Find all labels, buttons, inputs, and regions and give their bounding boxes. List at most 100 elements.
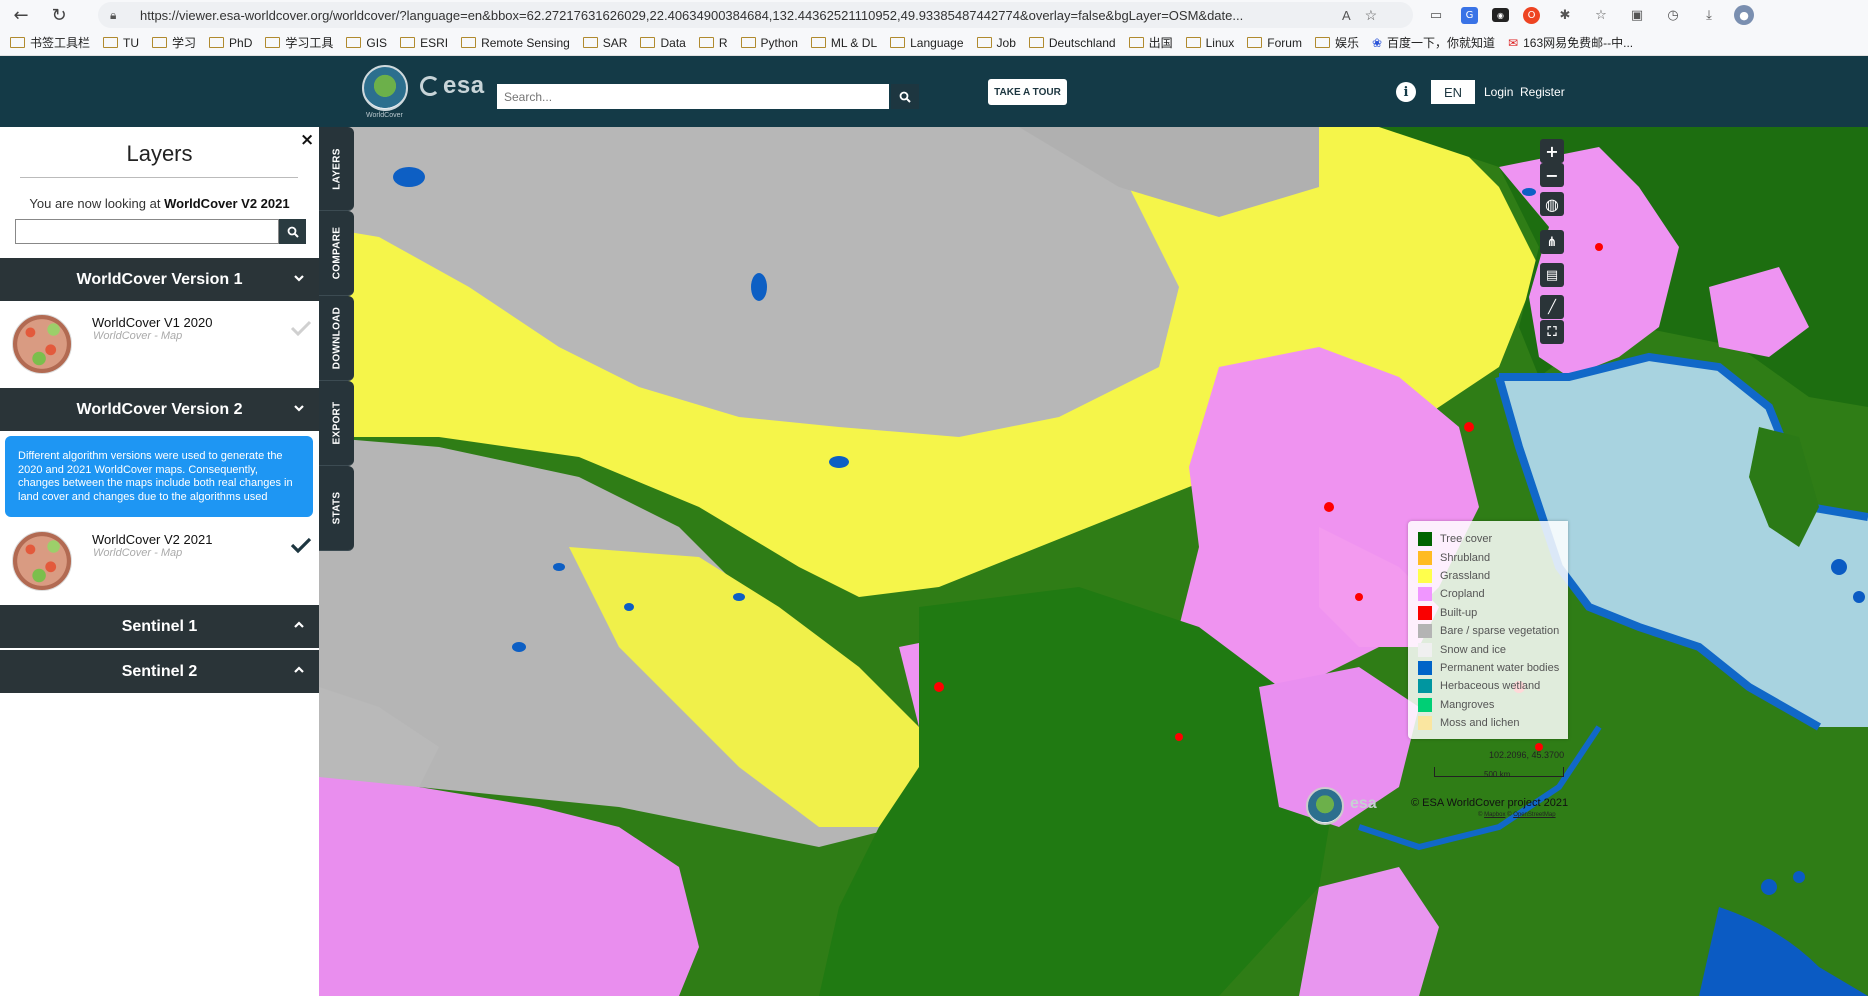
layer-item-v2-2021[interactable]: WorldCover V2 2021 WorldCover - Map	[0, 520, 319, 606]
cursor-coordinates: 102.2096, 45.3700	[1489, 750, 1565, 760]
legend-item: Permanent water bodies	[1418, 659, 1568, 677]
check-icon	[290, 320, 312, 337]
globe-icon[interactable]: ◍	[1540, 192, 1564, 216]
folder-icon	[346, 37, 362, 48]
bookmark-folder[interactable]: 书签工具栏	[10, 34, 90, 51]
bookmark-folder[interactable]: GIS	[346, 36, 387, 50]
favorites-icon[interactable]: ☆	[1590, 4, 1612, 26]
search-button[interactable]	[891, 84, 919, 109]
legend-item: Cropland	[1418, 585, 1568, 603]
extensions-icon[interactable]: ✱	[1554, 4, 1576, 26]
tab-export[interactable]: EXPORT	[319, 381, 354, 466]
take-a-tour-button[interactable]: TAKE A TOUR	[988, 79, 1067, 105]
profile-avatar[interactable]: ●	[1734, 5, 1754, 25]
folder-icon	[640, 37, 656, 48]
folder-icon	[10, 37, 25, 48]
bookmark-folder[interactable]: Remote Sensing	[461, 36, 570, 50]
bookmark-link[interactable]: ✉ 163网易免费邮--中...	[1508, 34, 1633, 51]
bookmark-folder[interactable]: 出国	[1128, 34, 1173, 51]
bookmark-folder[interactable]: ESRI	[400, 36, 448, 50]
reload-icon[interactable]: ↻	[44, 0, 74, 30]
algorithm-info-box: Different algorithm versions were used t…	[5, 436, 313, 517]
esa-logo[interactable]: esa	[420, 72, 485, 100]
folder-icon	[1028, 37, 1044, 48]
layer-thumbnail	[12, 314, 72, 374]
group-sentinel-1[interactable]: Sentinel 1	[0, 605, 319, 648]
reader-icon[interactable]: ▭	[1425, 4, 1447, 26]
bookmark-folder[interactable]: Forum	[1247, 36, 1302, 50]
search-input[interactable]	[497, 84, 889, 109]
bookmark-folder[interactable]: TU	[103, 36, 139, 50]
legend-swatch	[1418, 568, 1432, 583]
bookmark-folder[interactable]: ML & DL	[810, 36, 877, 50]
favorite-star-icon[interactable]: ☆	[1365, 7, 1378, 24]
bookmark-folder[interactable]: Linux	[1185, 36, 1234, 50]
layer-search-button[interactable]	[279, 219, 306, 244]
history-icon[interactable]: ◷	[1662, 4, 1684, 26]
esa-logo: esa	[1350, 795, 1377, 812]
chevron-down-icon	[294, 405, 304, 412]
bookmark-folder[interactable]: 学习	[152, 34, 196, 51]
bookmark-folder[interactable]: Language	[890, 36, 964, 50]
zoom-out-button[interactable]: −	[1540, 163, 1564, 187]
legend-item: Mangroves	[1418, 696, 1568, 714]
divider	[20, 177, 298, 178]
scale-label: 500 km	[1484, 770, 1511, 779]
ruler-icon[interactable]: ╱	[1540, 295, 1564, 319]
map-icon[interactable]: ▤	[1540, 263, 1564, 287]
bookmark-folder[interactable]: R	[698, 36, 728, 50]
folder-icon	[103, 37, 119, 48]
bookmark-folder[interactable]: 学习工具	[265, 34, 333, 51]
tab-download[interactable]: DOWNLOAD	[319, 296, 354, 381]
translate-icon[interactable]: G	[1461, 6, 1478, 24]
language-button[interactable]: EN	[1431, 80, 1475, 104]
folder-icon	[582, 37, 598, 48]
collections-icon[interactable]: ▣	[1626, 4, 1648, 26]
legend-item: Shrubland	[1418, 548, 1568, 566]
group-worldcover-v2[interactable]: WorldCover Version 2	[0, 388, 319, 431]
mapbox-link[interactable]: Mapbox	[1484, 812, 1505, 818]
land-cover-map[interactable]	[319, 127, 1868, 996]
opera-icon[interactable]: O	[1523, 6, 1540, 24]
map-attribution: © Mapbox © OpenStreetMap	[1478, 812, 1556, 818]
login-link[interactable]: Login	[1484, 85, 1513, 99]
back-arrow-icon[interactable]: ←	[6, 0, 36, 30]
bookmark-folder[interactable]: Job	[976, 36, 1016, 50]
bookmark-folder[interactable]: 娱乐	[1314, 34, 1359, 51]
tab-layers[interactable]: LAYERS	[319, 127, 354, 211]
layer-item-v1-2020[interactable]: WorldCover V1 2020 WorldCover - Map	[0, 302, 319, 388]
address-bar[interactable]: 🔒︎ https://viewer.esa-worldcover.org/wor…	[98, 2, 1413, 28]
mask-icon[interactable]: ◉	[1492, 8, 1509, 22]
site-info-icon[interactable]: 🔒︎	[110, 8, 126, 23]
bookmark-folder[interactable]: Python	[740, 36, 798, 50]
legend-swatch	[1418, 605, 1432, 620]
read-aloud-icon[interactable]: A	[1342, 8, 1351, 23]
browser-toolbar: ← ↻ 🔒︎ https://viewer.esa-worldcover.org…	[0, 0, 1868, 30]
group-worldcover-v1[interactable]: WorldCover Version 1	[0, 258, 319, 301]
group-sentinel-2[interactable]: Sentinel 2	[0, 650, 319, 693]
download-icon[interactable]: ⤓	[1698, 4, 1720, 26]
legend-swatch	[1418, 660, 1432, 675]
tab-compare[interactable]: COMPARE	[319, 211, 354, 296]
map-canvas[interactable]	[319, 127, 1868, 996]
search-icon	[899, 91, 911, 103]
register-link[interactable]: Register	[1520, 85, 1565, 99]
fullscreen-icon[interactable]: ⛶	[1540, 320, 1564, 344]
openstreetmap-link[interactable]: OpenStreetMap	[1513, 812, 1555, 818]
layer-search-input[interactable]	[15, 219, 279, 244]
info-icon[interactable]: i	[1396, 82, 1416, 102]
worldcover-logo[interactable]	[362, 65, 408, 111]
share-icon[interactable]: ⋔	[1540, 230, 1564, 254]
bookmark-folder[interactable]: SAR	[582, 36, 627, 50]
tab-stats[interactable]: STATS	[319, 466, 354, 551]
legend-swatch	[1418, 642, 1432, 657]
bookmark-folder[interactable]: PhD	[209, 36, 252, 50]
zoom-in-button[interactable]: +	[1540, 139, 1564, 163]
legend-swatch	[1418, 716, 1432, 731]
check-icon	[290, 537, 312, 554]
bookmark-folder[interactable]: Data	[640, 36, 686, 50]
extension-icons: ▭ G ◉ O ✱ ☆ ▣ ◷ ⤓ ●	[1425, 3, 1754, 27]
bookmark-link[interactable]: ❀ 百度一下，你就知道	[1372, 34, 1495, 51]
folder-icon	[810, 37, 826, 48]
bookmark-folder[interactable]: Deutschland	[1028, 36, 1116, 50]
